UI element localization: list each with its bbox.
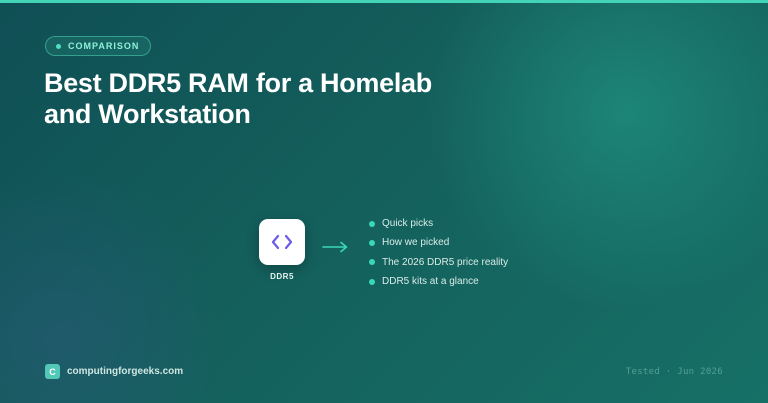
list-item-label: Quick picks <box>382 218 434 230</box>
code-brackets-icon <box>271 234 293 250</box>
contents-list: Quick picks How we picked The 2026 DDR5 … <box>369 214 508 291</box>
bullet-dot <box>369 239 375 246</box>
badge-dot <box>56 43 61 49</box>
list-item: The 2026 DDR5 price reality <box>369 253 508 272</box>
site-name: computingforgeeks.com <box>67 366 184 377</box>
bullet-dot <box>369 220 375 227</box>
list-item-label: The 2026 DDR5 price reality <box>382 256 509 268</box>
list-item: How we picked <box>369 233 508 252</box>
tested-date: Tested · Jun 2026 <box>625 367 723 377</box>
background <box>0 0 768 403</box>
page-title: Best DDR5 RAM for a Homelab and Workstat… <box>44 68 432 129</box>
list-item-label: DDR5 kits at a glance <box>382 276 479 288</box>
bullet-dot <box>369 278 375 285</box>
arrow-right-icon <box>322 241 348 253</box>
list-item-label: How we picked <box>382 237 450 249</box>
list-item: Quick picks <box>369 214 508 233</box>
category-badge: COMPARISON <box>45 36 152 56</box>
site-logo: C <box>45 364 60 379</box>
tile-label: DDR5 <box>270 272 294 281</box>
top-accent-bar <box>0 0 768 3</box>
list-item: DDR5 kits at a glance <box>369 272 508 291</box>
bullet-dot <box>369 259 375 266</box>
badge-label: COMPARISON <box>68 41 140 51</box>
ddr5-tile <box>259 219 305 265</box>
